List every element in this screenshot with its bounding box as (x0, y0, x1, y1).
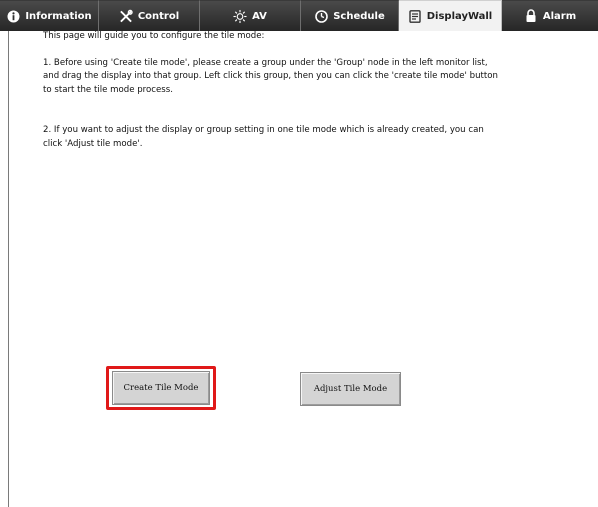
tab-information[interactable]: Information (0, 0, 99, 31)
tools-icon (119, 9, 133, 23)
document-icon (408, 9, 422, 23)
tab-displaywall[interactable]: DisplayWall (399, 0, 502, 31)
adjust-tile-mode-button[interactable]: Adjust Tile Mode (300, 372, 401, 406)
tab-label-alarm: Alarm (542, 10, 577, 22)
tab-alarm[interactable]: Alarm (502, 0, 598, 31)
intro-text: This page will guide you to configure th… (43, 31, 265, 41)
tab-schedule[interactable]: Schedule (301, 0, 399, 31)
instructions: This page will guide you to configure th… (43, 30, 503, 151)
lock-icon (524, 9, 538, 23)
tab-av[interactable]: AV (200, 0, 301, 31)
tab-label-av: AV (252, 10, 267, 22)
step-2-text: 2. If you want to adjust the display or … (43, 125, 484, 149)
clock-icon (314, 9, 328, 23)
tab-control[interactable]: Control (99, 0, 200, 31)
tab-label-control: Control (137, 10, 180, 22)
tab-label-schedule: Schedule (333, 10, 385, 22)
tab-label-information: Information (25, 10, 92, 22)
brightness-icon (233, 9, 247, 23)
step-1-text: 1. Before using 'Create tile mode', plea… (43, 57, 498, 95)
create-tile-mode-button[interactable]: Create Tile Mode (112, 371, 210, 405)
info-icon (6, 9, 20, 23)
tab-label-displaywall: DisplayWall (426, 10, 493, 22)
tab-bar: Information Control AV Schedule DisplayW… (0, 0, 598, 31)
